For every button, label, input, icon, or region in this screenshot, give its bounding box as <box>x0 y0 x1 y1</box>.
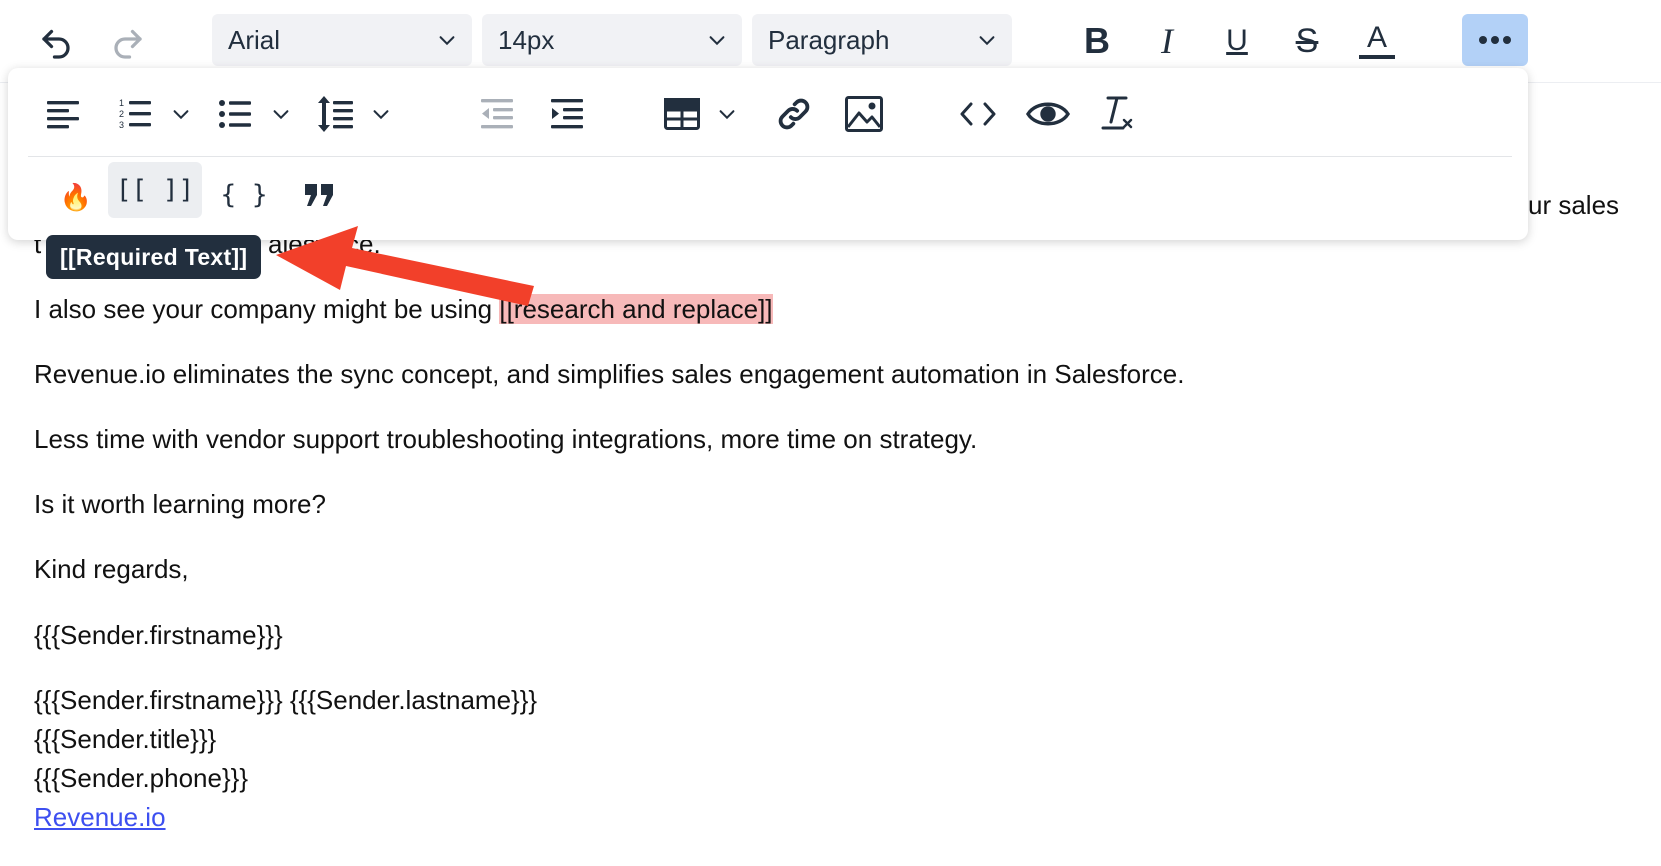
annotation-arrow-icon <box>276 226 534 306</box>
